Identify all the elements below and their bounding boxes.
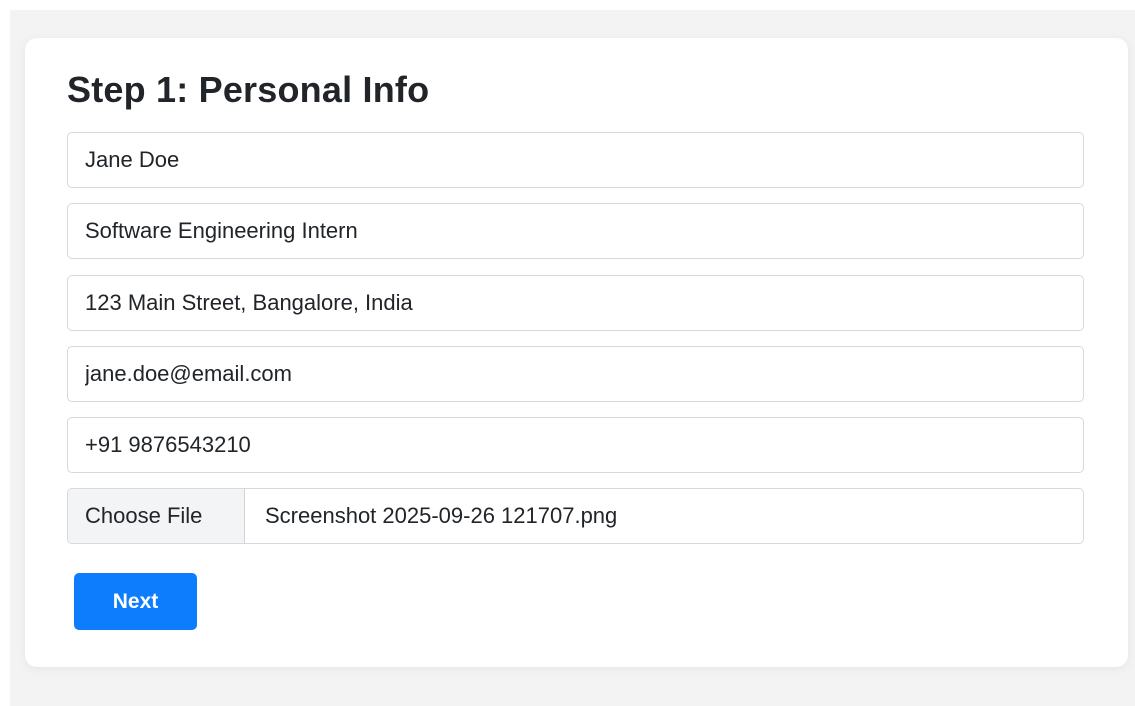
name-input[interactable] bbox=[68, 133, 1083, 187]
phone-field[interactable] bbox=[67, 417, 1084, 473]
phone-input[interactable] bbox=[68, 418, 1083, 472]
address-input[interactable] bbox=[68, 276, 1083, 330]
choose-file-button[interactable]: Choose File bbox=[68, 489, 245, 543]
name-field[interactable] bbox=[67, 132, 1084, 188]
file-upload-field[interactable]: Choose File Screenshot 2025-09-26 121707… bbox=[67, 488, 1084, 544]
page-title: Step 1: Personal Info bbox=[67, 69, 430, 110]
address-field[interactable] bbox=[67, 275, 1084, 331]
email-field[interactable] bbox=[67, 346, 1084, 402]
position-field[interactable] bbox=[67, 203, 1084, 259]
form-card: Step 1: Personal Info Choose File Screen… bbox=[25, 38, 1128, 667]
position-input[interactable] bbox=[68, 204, 1083, 258]
next-button[interactable]: Next bbox=[74, 573, 197, 630]
email-input[interactable] bbox=[68, 347, 1083, 401]
selected-file-name: Screenshot 2025-09-26 121707.png bbox=[265, 503, 618, 528]
